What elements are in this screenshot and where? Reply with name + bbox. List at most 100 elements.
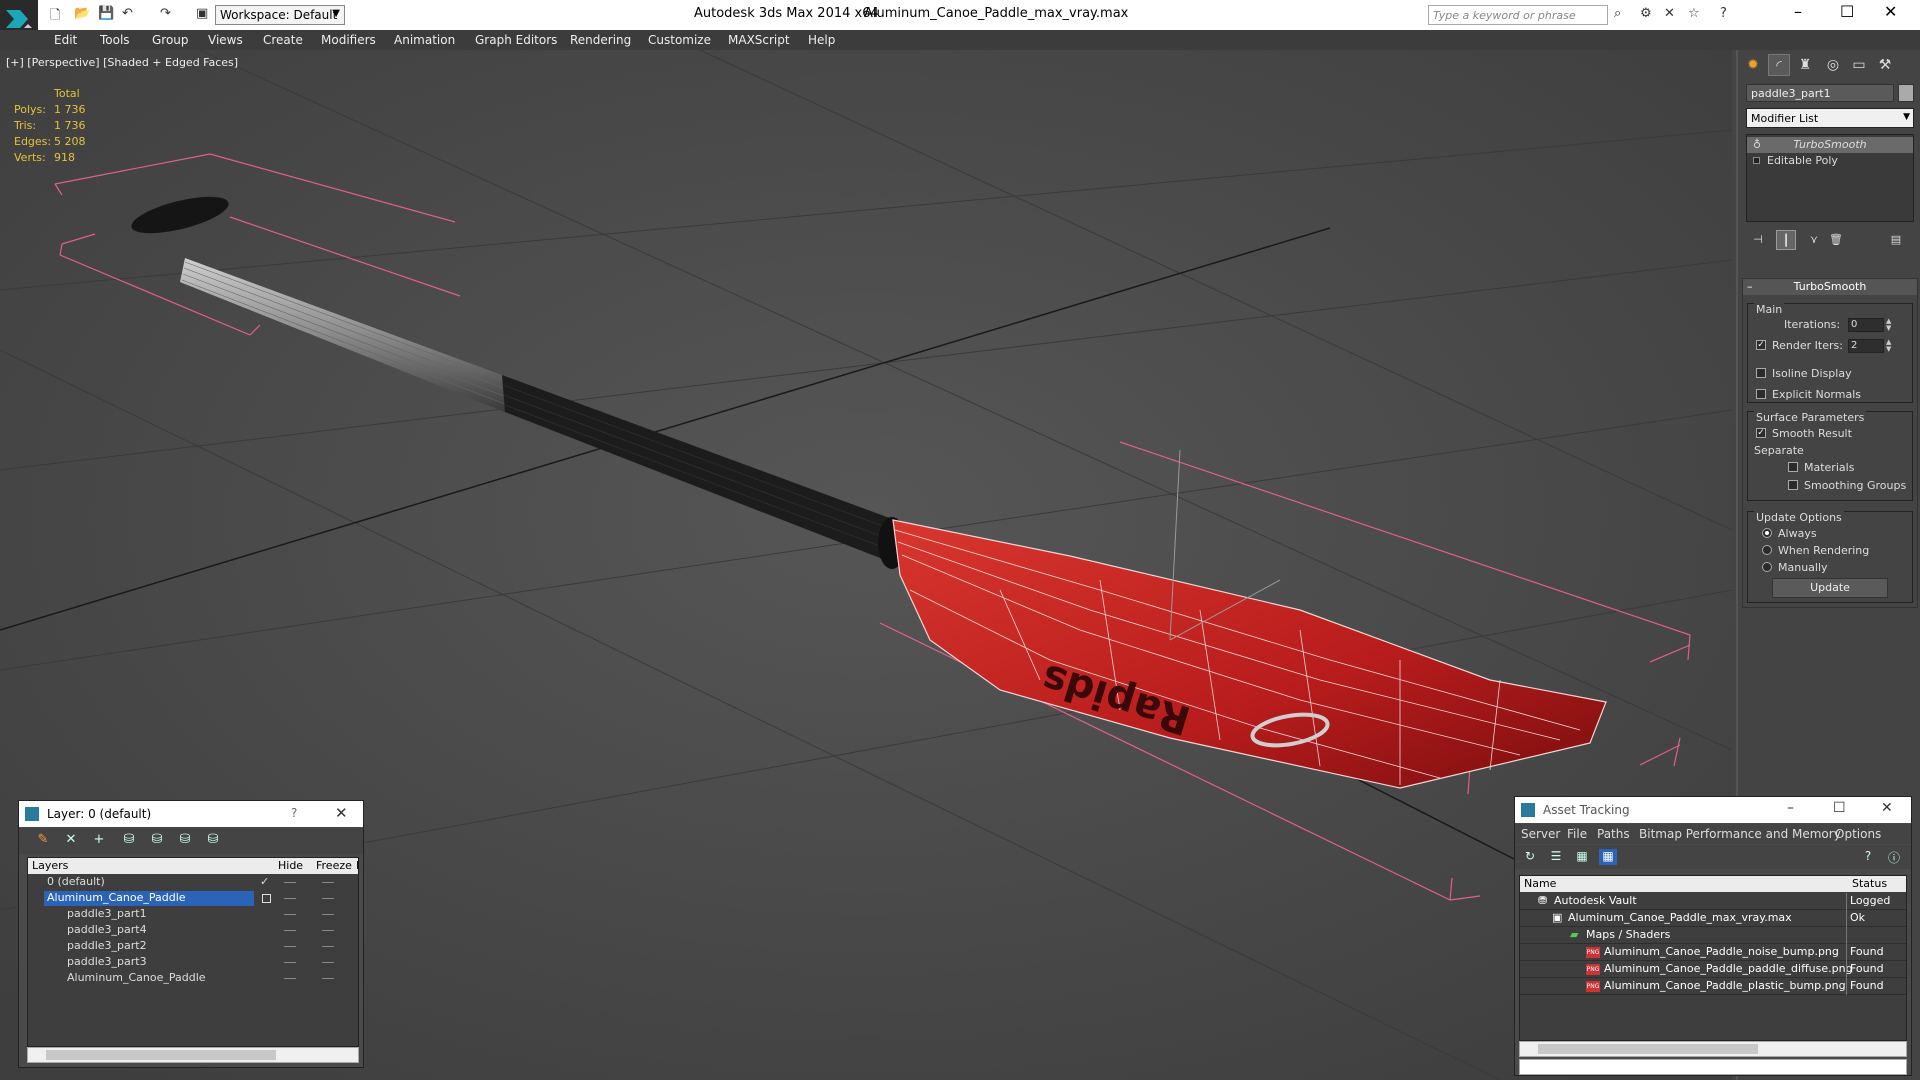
workspace-dropdown[interactable]: Workspace: Default ▼ — [215, 5, 345, 25]
smoothing-groups-checkbox[interactable] — [1788, 480, 1798, 490]
object-name-field[interactable]: paddle3_part1 — [1746, 84, 1894, 102]
column-status[interactable]: Status — [1852, 877, 1887, 890]
menu-create[interactable]: Create — [263, 33, 303, 47]
lightbulb-icon[interactable]: ♁ — [1753, 138, 1761, 151]
asset-row[interactable]: ▣ Aluminum_Canoe_Paddle_max_vray.max Ok — [1520, 910, 1906, 927]
asset-close-button[interactable]: ✕ — [1881, 800, 1893, 816]
delete-layer-icon[interactable]: ✕ — [61, 832, 81, 850]
column-layers[interactable]: Layers — [32, 859, 68, 872]
redo-icon[interactable]: ↷ — [160, 6, 171, 21]
asset-row[interactable]: PNG Aluminum_Canoe_Paddle_paddle_diffuse… — [1520, 961, 1906, 978]
asset-menu-file[interactable]: File — [1567, 827, 1587, 841]
motion-tab-icon[interactable]: ◎ — [1822, 54, 1844, 76]
refresh-icon[interactable]: ↻ — [1521, 849, 1539, 865]
asset-menu-server[interactable]: Server — [1521, 827, 1560, 841]
asset-row[interactable]: PNG Aluminum_Canoe_Paddle_noise_bump.png… — [1520, 944, 1906, 961]
layer-window-titlebar[interactable]: Layer: 0 (default) ? ✕ — [19, 801, 363, 827]
hide-toggle[interactable] — [284, 898, 296, 899]
utilities-tab-icon[interactable]: ⚒ — [1874, 54, 1896, 76]
active-layer-check-icon[interactable]: ✓ — [260, 875, 269, 888]
asset-window-titlebar[interactable]: Asset Tracking – ☐ ✕ — [1515, 797, 1911, 823]
layer-row[interactable]: Aluminum_Canoe_Paddle — [28, 891, 358, 907]
rollout-header[interactable]: – TurboSmooth — [1743, 279, 1917, 295]
explicit-normals-checkbox[interactable] — [1756, 389, 1766, 399]
layer-row[interactable]: Aluminum_Canoe_Paddle — [28, 971, 358, 987]
render-iters-checkbox[interactable]: ✓ — [1756, 340, 1766, 350]
project-folder-icon[interactable]: ▣ — [196, 6, 208, 21]
menu-graph-editors[interactable]: Graph Editors — [475, 33, 557, 47]
stack-item-turbosmooth[interactable]: ♁ TurboSmooth — [1747, 137, 1913, 153]
search-input[interactable]: Type a keyword or phrase — [1428, 5, 1608, 25]
layer-close-button[interactable]: ✕ — [335, 804, 348, 822]
freeze-toggle[interactable] — [322, 930, 334, 931]
pin-stack-icon[interactable]: ⊣ — [1748, 230, 1768, 250]
freeze-toggle[interactable] — [322, 962, 334, 963]
minimize-button[interactable]: – — [1794, 2, 1802, 21]
table-view-icon[interactable]: ▦ — [1599, 849, 1617, 865]
scrollbar-thumb[interactable] — [46, 1050, 276, 1060]
asset-help-icon[interactable]: ? — [1859, 849, 1877, 865]
freeze-toggle[interactable] — [322, 946, 334, 947]
hide-toggle[interactable] — [284, 882, 296, 883]
close-button[interactable]: ✕ — [1884, 2, 1897, 21]
asset-row[interactable]: ⛃ Autodesk Vault Logged — [1520, 893, 1906, 910]
materials-checkbox[interactable] — [1788, 462, 1798, 472]
highlight-layer-icon[interactable]: ⛁ — [147, 832, 167, 850]
asset-horizontal-scrollbar[interactable] — [1519, 1041, 1907, 1057]
freeze-toggle[interactable] — [322, 898, 334, 899]
maximize-button[interactable]: ☐ — [1840, 2, 1854, 21]
layer-row[interactable]: paddle3_part2 — [28, 939, 358, 955]
column-freeze[interactable]: Freeze — [316, 859, 352, 872]
asset-menu-paths[interactable]: Paths — [1597, 827, 1630, 841]
smooth-result-checkbox[interactable]: ✓ — [1756, 428, 1766, 438]
binoculars-icon[interactable]: ⌕ — [1614, 6, 1621, 21]
asset-minimize-button[interactable]: – — [1787, 800, 1794, 816]
new-layer-icon[interactable]: ✎ — [33, 832, 53, 850]
update-button[interactable]: Update — [1772, 578, 1888, 598]
when-rendering-radio[interactable] — [1762, 545, 1772, 555]
configure-sets-icon[interactable]: ▤ — [1886, 230, 1906, 250]
menu-rendering[interactable]: Rendering — [570, 33, 631, 47]
save-file-icon[interactable]: 💾 — [98, 6, 114, 21]
menu-group[interactable]: Group — [152, 33, 189, 47]
make-unique-icon[interactable]: ⋎ — [1804, 230, 1824, 250]
layer-row[interactable]: 0 (default) ✓ — [28, 875, 358, 891]
expand-icon[interactable] — [1753, 157, 1760, 164]
render-iters-spinner[interactable]: 2 — [1848, 339, 1884, 353]
object-color-swatch[interactable] — [1898, 84, 1914, 102]
freeze-toggle[interactable] — [322, 914, 334, 915]
layer-help-button[interactable]: ? — [291, 806, 297, 820]
hierarchy-tab-icon[interactable]: ♜ — [1794, 54, 1816, 76]
menu-animation[interactable]: Animation — [394, 33, 455, 47]
hide-toggle[interactable] — [284, 930, 296, 931]
remove-modifier-icon[interactable]: 🗑 — [1826, 230, 1846, 250]
freeze-toggle[interactable] — [322, 882, 334, 883]
communication-icon[interactable]: ✕ — [1664, 6, 1675, 21]
hide-toggle[interactable] — [284, 978, 296, 979]
select-objects-icon[interactable]: ⛁ — [119, 832, 139, 850]
menu-maxscript[interactable]: MAXScript — [728, 33, 790, 47]
spinner-arrows-icon[interactable]: ▲ ▼ — [1886, 339, 1894, 353]
favorites-icon[interactable]: ☆ — [1688, 6, 1700, 21]
stack-item-editable-poly[interactable]: Editable Poly — [1747, 153, 1913, 169]
freeze-toggle[interactable] — [322, 978, 334, 979]
hide-toggle[interactable] — [284, 914, 296, 915]
column-name[interactable]: Name — [1524, 877, 1556, 890]
layer-row[interactable]: paddle3_part4 — [28, 923, 358, 939]
hide-all-icon[interactable]: ⛁ — [175, 832, 195, 850]
asset-row[interactable]: ▰ Maps / Shaders — [1520, 927, 1906, 944]
column-hide[interactable]: Hide — [278, 859, 303, 872]
menu-views[interactable]: Views — [208, 33, 243, 47]
menu-tools[interactable]: Tools — [100, 33, 130, 47]
new-file-icon[interactable]: 🗋 — [50, 6, 60, 28]
manually-radio[interactable] — [1762, 562, 1772, 572]
spinner-arrows-icon[interactable]: ▲ ▼ — [1886, 318, 1894, 332]
open-file-icon[interactable]: 📂 — [74, 6, 90, 21]
asset-menu-bitmap-performance[interactable]: Bitmap Performance and Memory — [1639, 827, 1841, 841]
asset-menu-options[interactable]: Options — [1835, 827, 1881, 841]
scrollbar-thumb[interactable] — [1538, 1044, 1758, 1054]
isoline-display-checkbox[interactable] — [1756, 368, 1766, 378]
always-radio[interactable] — [1762, 528, 1772, 538]
list-view-icon[interactable]: ☰ — [1547, 849, 1565, 865]
viewport-label[interactable]: [+] [Perspective] [Shaded + Edged Faces] — [6, 56, 238, 69]
